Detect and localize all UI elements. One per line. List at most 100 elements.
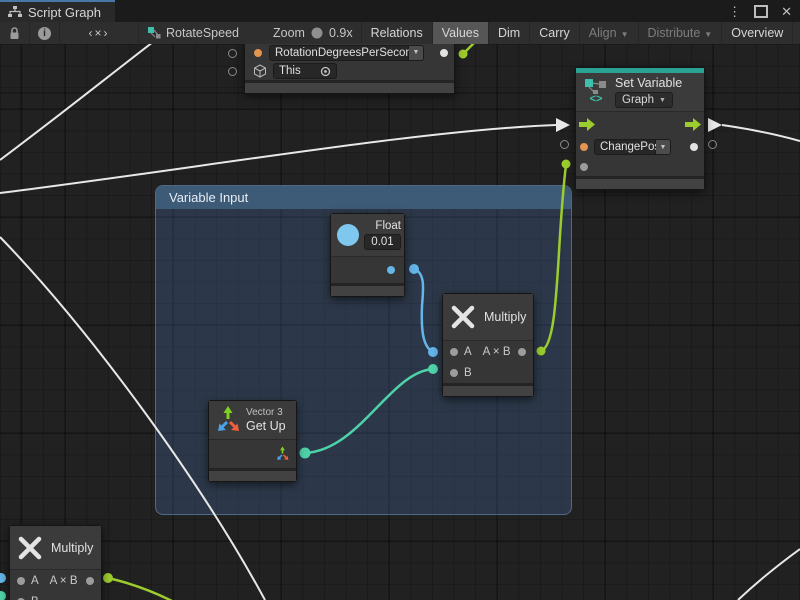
wire-endpoint[interactable] <box>537 347 546 356</box>
node-footer <box>443 383 533 396</box>
node-title: Set Variable <box>615 76 682 90</box>
node-set-variable[interactable]: <> Set Variable Graph ▼ <box>575 67 705 190</box>
node-footer <box>331 283 404 296</box>
variable-name-dropdown[interactable]: RotationDegreesPerSecond <box>269 45 409 61</box>
node-footer <box>209 468 296 481</box>
cube-icon <box>253 64 267 78</box>
variable-name-dropdown[interactable]: ChangePos <box>594 139 656 155</box>
chevron-down-icon: ▼ <box>621 30 629 39</box>
code-preview-button[interactable]: ‹×› <box>60 22 139 44</box>
align-button[interactable]: Align▼ <box>580 22 639 44</box>
tab-title: Script Graph <box>28 5 101 20</box>
target-field[interactable]: This <box>273 63 337 79</box>
node-title: Multiply <box>484 310 526 324</box>
info-icon: i <box>38 27 51 40</box>
object-picker-icon[interactable] <box>320 66 331 77</box>
menu-icon[interactable]: ⋮ <box>728 5 741 18</box>
input-port[interactable] <box>560 140 569 149</box>
wire-endpoint[interactable] <box>300 448 311 459</box>
node-title: Float <box>375 220 401 232</box>
vector3-icon <box>214 405 242 435</box>
input-port-dot[interactable] <box>450 369 458 377</box>
full-screen-button[interactable]: Full Screen <box>793 22 800 44</box>
input-port-dot[interactable] <box>450 348 458 356</box>
overview-button[interactable]: Overview <box>722 22 793 44</box>
dropdown-button[interactable]: ▼ <box>656 139 671 155</box>
output-port-dot[interactable] <box>86 577 94 585</box>
chevron-down-icon: ▼ <box>413 49 420 56</box>
wire-endpoint[interactable] <box>428 364 438 374</box>
flow-arrowhead-in <box>556 118 570 132</box>
variable-icon <box>584 79 608 94</box>
node-multiply-bottom[interactable]: Multiply A A × B B <box>9 525 102 600</box>
wire-endpoint[interactable] <box>103 573 113 583</box>
wire-white-bottomright[interactable] <box>738 549 800 600</box>
code-icon: ‹×› <box>89 26 110 40</box>
float-value-input[interactable]: 0.01 <box>364 234 401 250</box>
output-port[interactable] <box>708 140 717 149</box>
distribute-button[interactable]: Distribute▼ <box>639 22 723 44</box>
multiply-icon <box>16 534 44 562</box>
flow-input-arrow[interactable] <box>579 118 595 131</box>
wire-white-topleft[interactable] <box>0 44 153 160</box>
dropdown-button[interactable]: ▼ <box>409 45 424 61</box>
wire-endpoint[interactable] <box>0 573 6 583</box>
value-port-dot[interactable] <box>580 143 588 151</box>
output-port-dot[interactable] <box>440 49 448 57</box>
input-port-dot[interactable] <box>17 577 25 585</box>
info-button[interactable]: i <box>30 22 60 44</box>
graph-canvas[interactable]: Variable Input <box>0 44 800 600</box>
node-title: Get Up <box>246 419 286 433</box>
zoom-slider-handle[interactable] <box>311 28 322 39</box>
flow-arrowhead-out <box>708 118 722 132</box>
window-controls: ⋮ ✕ <box>728 0 800 22</box>
node-multiply[interactable]: Multiply A A × B B <box>442 293 534 397</box>
script-graph-asset-icon <box>147 26 161 40</box>
tab-script-graph[interactable]: Script Graph <box>0 0 115 22</box>
wire-endpoint[interactable] <box>409 264 419 274</box>
wire-green-multiply-to-setvariable[interactable] <box>541 165 566 351</box>
wire-white-from-setvariable[interactable] <box>722 125 800 141</box>
wire-endpoint[interactable] <box>459 50 468 59</box>
node-float-literal[interactable]: Float 0.01 <box>330 213 405 297</box>
output-port-dot[interactable] <box>387 266 395 274</box>
node-get-variable[interactable]: RotationDegreesPerSecond ▼ This <box>244 44 455 94</box>
graph-reference[interactable]: RotateSpeed <box>139 22 247 44</box>
scope-dropdown[interactable]: Graph ▼ <box>615 92 673 108</box>
wire-white-to-setvariable[interactable] <box>0 125 556 193</box>
wire-endpoint[interactable] <box>428 347 438 357</box>
carry-button[interactable]: Carry <box>530 22 580 44</box>
relations-button[interactable]: Relations <box>361 22 433 44</box>
chevron-down-icon: ▼ <box>704 30 712 39</box>
vector3-output-port-icon[interactable] <box>275 446 290 462</box>
wire-green-multiply2-out[interactable] <box>108 578 172 600</box>
wire-endpoint[interactable] <box>0 591 6 600</box>
dim-button[interactable]: Dim <box>489 22 530 44</box>
node-vector3-get-up[interactable]: Vector 3 Get Up <box>208 400 297 482</box>
value-port-dot[interactable] <box>254 49 262 57</box>
wire-teal-getup-to-multiply[interactable] <box>305 369 433 453</box>
float-type-icon <box>337 224 359 246</box>
output-port-dot[interactable] <box>690 143 698 151</box>
node-footer <box>245 80 454 93</box>
graph-name: RotateSpeed <box>166 26 239 40</box>
unity-script-graph-window: { "window": { "tab_title": "Script Graph… <box>0 0 800 600</box>
wire-blue-float-to-multiply[interactable] <box>414 269 433 352</box>
multiply-icon <box>449 303 477 331</box>
flow-output-arrow[interactable] <box>685 118 701 131</box>
node-type-label: Vector 3 <box>246 407 286 418</box>
close-icon[interactable]: ✕ <box>781 5 792 18</box>
title-bar: Script Graph ⋮ ✕ <box>0 0 800 22</box>
zoom-value: 0.9x <box>321 22 361 44</box>
lock-button[interactable] <box>0 22 30 44</box>
maximize-icon[interactable] <box>754 5 768 18</box>
values-button[interactable]: Values <box>433 22 489 44</box>
wire-endpoint[interactable] <box>562 160 571 169</box>
output-port-dot[interactable] <box>518 348 526 356</box>
graph-toolbar: i ‹×› RotateSpeed Zoom 0.9x Relations Va… <box>0 22 800 45</box>
input-port[interactable] <box>228 67 237 76</box>
value-port-dot[interactable] <box>580 163 588 171</box>
input-port[interactable] <box>228 49 237 58</box>
node-title: Multiply <box>51 541 93 555</box>
zoom-label: Zoom <box>265 22 313 44</box>
